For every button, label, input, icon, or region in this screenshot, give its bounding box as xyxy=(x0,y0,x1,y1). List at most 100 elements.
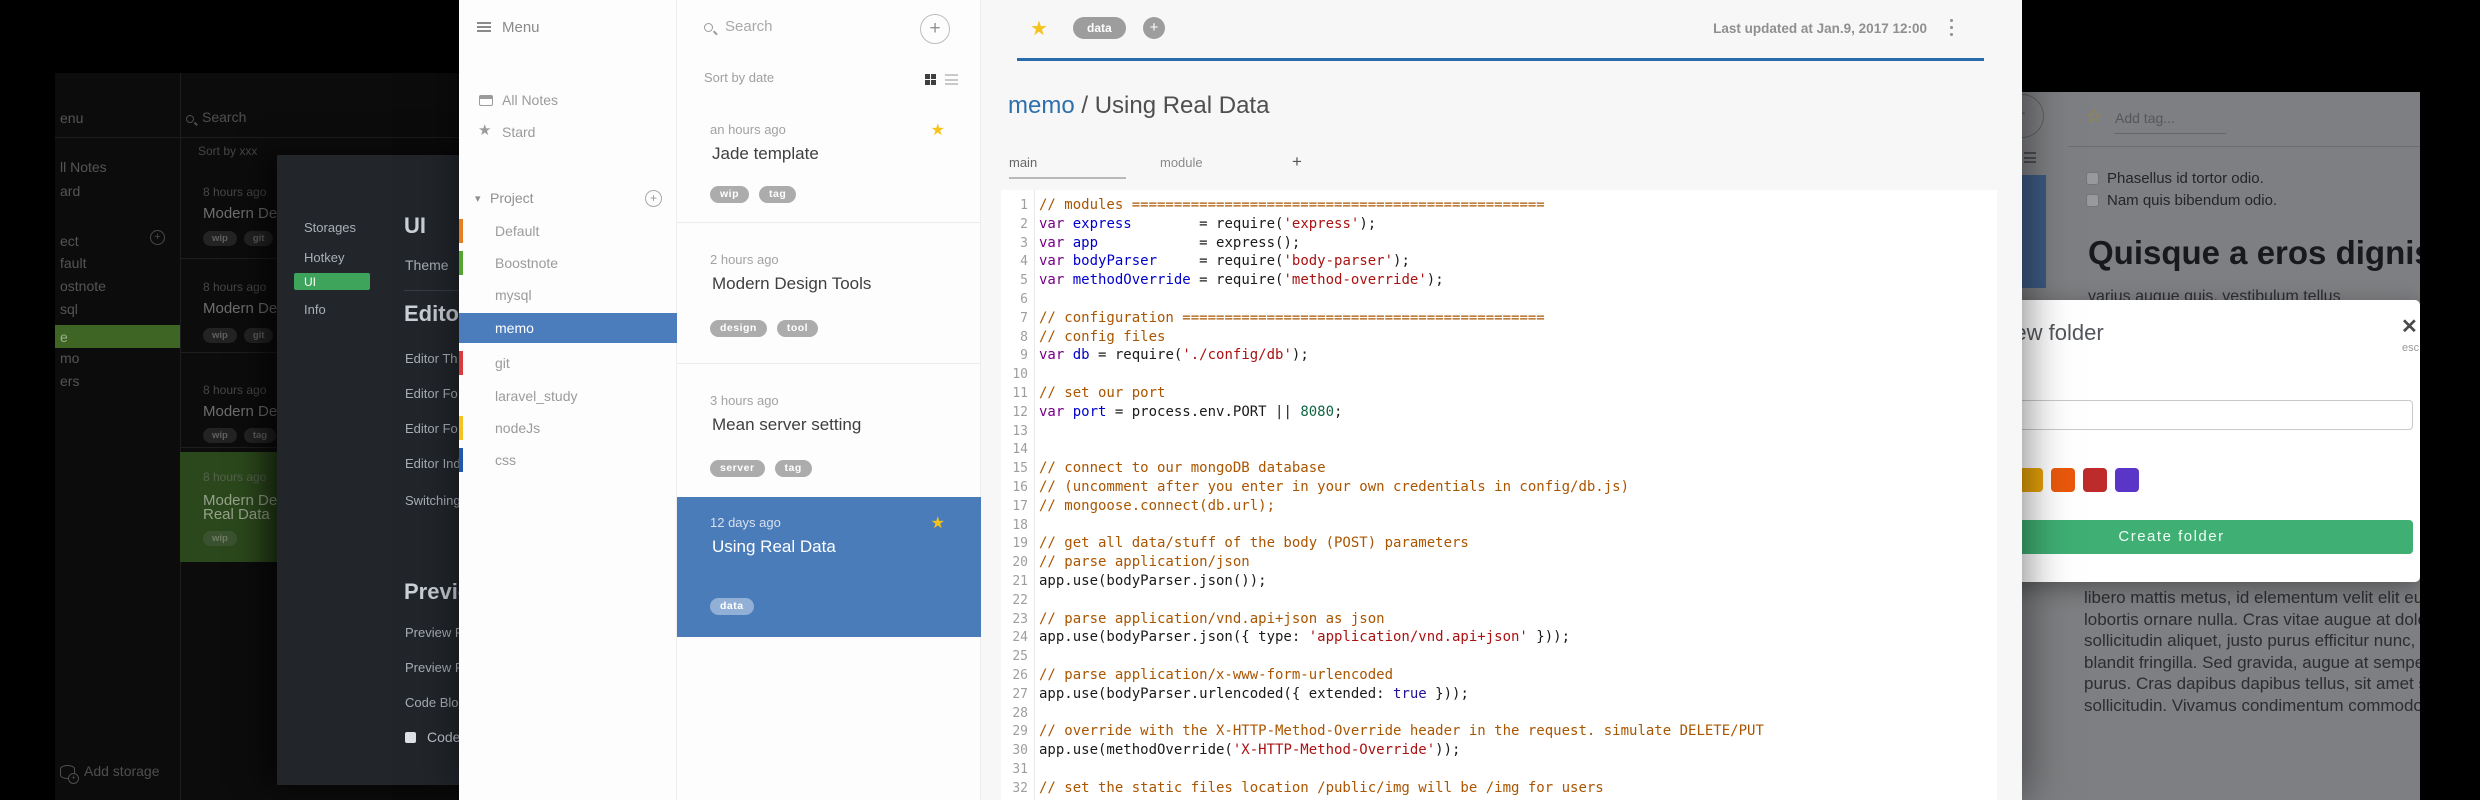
code-token: app.use(bodyParser.urlencoded({ extended… xyxy=(1039,685,1394,702)
settings-item[interactable]: Switching xyxy=(405,493,461,508)
folder-color-swatch[interactable] xyxy=(2083,468,2107,492)
dark-search-label[interactable]: Search xyxy=(202,109,246,125)
close-icon[interactable]: ✕ xyxy=(2401,314,2418,339)
note-list-item[interactable]: 3 hours ago Mean server setting server tag xyxy=(677,363,981,497)
settings-nav-item-active[interactable]: UI xyxy=(294,273,370,290)
settings-item[interactable]: Editor Ind xyxy=(405,456,461,471)
code-token: var xyxy=(1039,253,1065,270)
sidebar-folder-laravel_study[interactable]: laravel_study xyxy=(459,381,677,411)
new-snippet-tab-button[interactable]: + xyxy=(1292,152,1302,172)
code-token: 'X-HTTP-Method-Override' xyxy=(1232,742,1436,759)
code-token: = require( xyxy=(1131,215,1284,232)
star-icon[interactable]: ★ xyxy=(931,120,945,140)
note-list-item[interactable]: 2 hours ago Modern Design Tools design tool xyxy=(677,222,981,363)
note-list-item[interactable]: an hours ago ★ Jade template wip tag xyxy=(677,100,981,222)
dark-sidebar-item[interactable]: fault xyxy=(60,255,86,271)
tab-module[interactable]: module xyxy=(1160,155,1203,170)
folder-color-swatch[interactable] xyxy=(2115,468,2139,492)
dark-sidebar-item[interactable]: enu xyxy=(60,110,83,126)
dark-add-storage-button[interactable]: Add storage xyxy=(60,763,160,784)
sidebar-item-starred[interactable]: Stard xyxy=(502,124,535,140)
paragraph-line: blandit fringilla. Sed gravida, augue at… xyxy=(2084,652,2420,672)
code-token: = require( xyxy=(1089,347,1183,364)
list-view-icon[interactable] xyxy=(945,74,958,85)
code-line: 19 // get all data/stuff of the body (POS… xyxy=(1001,534,1997,553)
settings-item[interactable]: Preview F xyxy=(405,660,463,675)
settings-item[interactable]: Editor Fo xyxy=(405,421,458,436)
screen-edge-mask xyxy=(2420,0,2480,800)
right-app-divider xyxy=(2068,146,2420,147)
code-editor[interactable]: 1 // modules ============================… xyxy=(1001,190,1997,800)
code-token: var xyxy=(1039,403,1065,420)
settings-section-title: UI xyxy=(404,213,426,238)
kebab-menu-icon[interactable] xyxy=(1950,19,1953,40)
settings-item[interactable]: Code Blo xyxy=(405,695,458,710)
dark-add-folder-icon[interactable]: + xyxy=(150,230,165,245)
todo-item[interactable]: Nam quis bibendum odio. xyxy=(2086,192,2277,210)
dark-sidebar-item[interactable]: ostnote xyxy=(60,278,106,294)
dark-sidebar-item[interactable]: ers xyxy=(60,373,79,389)
sidebar-folder-git[interactable]: git xyxy=(459,348,677,378)
todo-item[interactable]: Phasellus id tortor odio. xyxy=(2086,170,2264,188)
star-outline-icon[interactable]: ☆ xyxy=(2086,106,2102,127)
folder-color-swatch[interactable] xyxy=(2051,468,2075,492)
settings-item[interactable]: Editor Fo xyxy=(405,386,458,401)
dark-sidebar-item[interactable]: ect xyxy=(60,233,79,249)
sidebar-item-all-notes[interactable]: All Notes xyxy=(502,92,558,108)
hamburger-icon[interactable] xyxy=(477,22,491,32)
settings-checkbox[interactable] xyxy=(405,732,416,743)
sidebar-folder-Default[interactable]: Default xyxy=(459,216,677,246)
sidebar-folder-Boostnote[interactable]: Boostnote xyxy=(459,248,677,278)
breadcrumb-folder[interactable]: memo xyxy=(1008,92,1075,119)
dark-sidebar-item[interactable]: sql xyxy=(60,301,78,317)
tab-main[interactable]: main xyxy=(1009,155,1037,170)
add-folder-icon[interactable]: + xyxy=(645,190,662,207)
settings-item[interactable]: Editor Th xyxy=(405,351,458,366)
note-time: 12 days ago xyxy=(710,515,781,530)
settings-theme-label: Theme xyxy=(405,257,449,273)
note-title: Modern Des xyxy=(203,403,285,420)
note-tag-badge[interactable]: data xyxy=(1073,17,1126,39)
add-tag-button[interactable]: + xyxy=(1143,17,1165,39)
star-icon[interactable]: ★ xyxy=(1030,16,1048,41)
settings-nav-item[interactable]: Info xyxy=(304,302,326,317)
folder-color-bar xyxy=(459,219,463,243)
note-title: Modern Design Tools xyxy=(712,274,872,293)
settings-nav-item[interactable]: Storages xyxy=(304,220,356,235)
chevron-down-icon[interactable]: ▾ xyxy=(475,192,481,205)
dark-sidebar-item[interactable]: ard xyxy=(60,183,80,199)
add-tag-placeholder[interactable]: Add tag... xyxy=(2115,110,2175,126)
code-token: 'body-parser' xyxy=(1283,253,1394,270)
new-note-button[interactable]: + xyxy=(920,14,950,44)
code-token: ); xyxy=(1393,253,1410,270)
dark-sidebar-item[interactable]: ll Notes xyxy=(60,159,107,175)
dark-sidebar-item-selected[interactable]: e xyxy=(55,325,180,348)
settings-item[interactable]: Preview F xyxy=(405,625,463,640)
star-icon[interactable]: ★ xyxy=(931,513,945,533)
paragraph-line: libero mattis metus, id elementum velit … xyxy=(2084,588,2420,607)
sidebar-folder-css[interactable]: css xyxy=(459,445,677,475)
code-line: 2 var express = require('express'); xyxy=(1001,215,1997,234)
search-input[interactable]: Search xyxy=(725,18,773,35)
line-number: 26 xyxy=(1012,667,1028,683)
settings-nav-item[interactable]: Hotkey xyxy=(304,250,344,265)
folder-name: memo xyxy=(495,320,534,336)
code-token: ); xyxy=(1291,347,1309,364)
menu-panel: Menu All Notes ★ Stard ▾ Project + Defau… xyxy=(459,0,677,800)
dark-sidebar-item[interactable]: mo xyxy=(60,350,79,366)
grid-view-icon[interactable] xyxy=(925,74,936,85)
folder-color-swatch[interactable] xyxy=(2019,468,2043,492)
sidebar-folder-mysql[interactable]: mysql xyxy=(459,280,677,310)
sort-by-label[interactable]: Sort by date xyxy=(704,70,774,85)
checkbox[interactable] xyxy=(2086,172,2099,185)
code-token: ); xyxy=(1426,272,1444,289)
line-number: 16 xyxy=(1012,479,1028,495)
note-title: Modern Des xyxy=(203,205,285,222)
sidebar-folder-memo[interactable]: memo xyxy=(459,313,677,343)
note-list-item[interactable]: 12 days ago ★ Using Real Data data xyxy=(677,497,981,637)
sidebar-folder-nodeJs[interactable]: nodeJs xyxy=(459,413,677,443)
code-token: bodyParser xyxy=(1072,253,1158,270)
checkbox[interactable] xyxy=(2086,194,2099,207)
dark-sort-label[interactable]: Sort by xxx xyxy=(198,144,257,158)
project-section-label[interactable]: Project xyxy=(490,190,534,206)
